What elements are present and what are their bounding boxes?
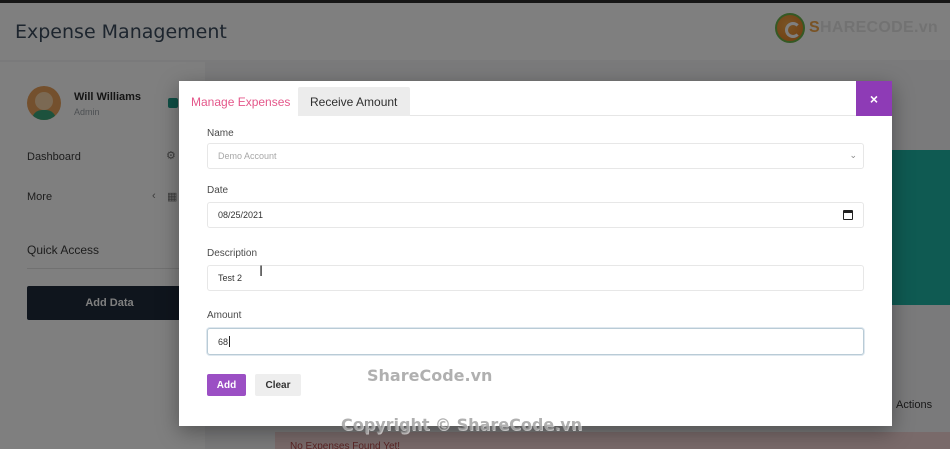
name-select-value: Demo Account — [218, 151, 277, 161]
text-cursor-icon: I — [259, 264, 264, 280]
tab-manage-expenses[interactable]: Manage Expenses — [179, 87, 303, 116]
calendar-icon[interactable] — [843, 210, 853, 220]
text-caret — [229, 336, 231, 347]
date-input-value: 08/25/2021 — [218, 210, 264, 220]
amount-input[interactable]: 68 — [207, 328, 864, 355]
amount-label: Amount — [207, 310, 242, 321]
name-label: Name — [207, 128, 234, 139]
watermark-center: ShareCode.vn — [367, 366, 493, 385]
add-button[interactable]: Add — [207, 374, 246, 396]
date-input[interactable]: 08/25/2021 — [207, 202, 864, 228]
description-label: Description — [207, 248, 258, 259]
clear-button[interactable]: Clear — [255, 374, 301, 396]
description-input-value: Test 2 — [218, 273, 243, 283]
expense-modal: Manage Expenses Receive Amount × Name De… — [179, 81, 892, 426]
date-label: Date — [207, 185, 229, 196]
amount-input-value: 68 — [218, 336, 229, 347]
modal-tabs: Manage Expenses Receive Amount — [179, 81, 892, 116]
name-select[interactable]: Demo Account ⌄ — [207, 143, 864, 169]
description-input[interactable]: Test 2 — [207, 265, 864, 291]
tab-receive-amount[interactable]: Receive Amount — [298, 87, 410, 116]
watermark-bottom: Copyright © ShareCode.vn — [341, 415, 583, 434]
close-button[interactable]: × — [856, 81, 892, 116]
chevron-down-icon: ⌄ — [849, 150, 857, 160]
